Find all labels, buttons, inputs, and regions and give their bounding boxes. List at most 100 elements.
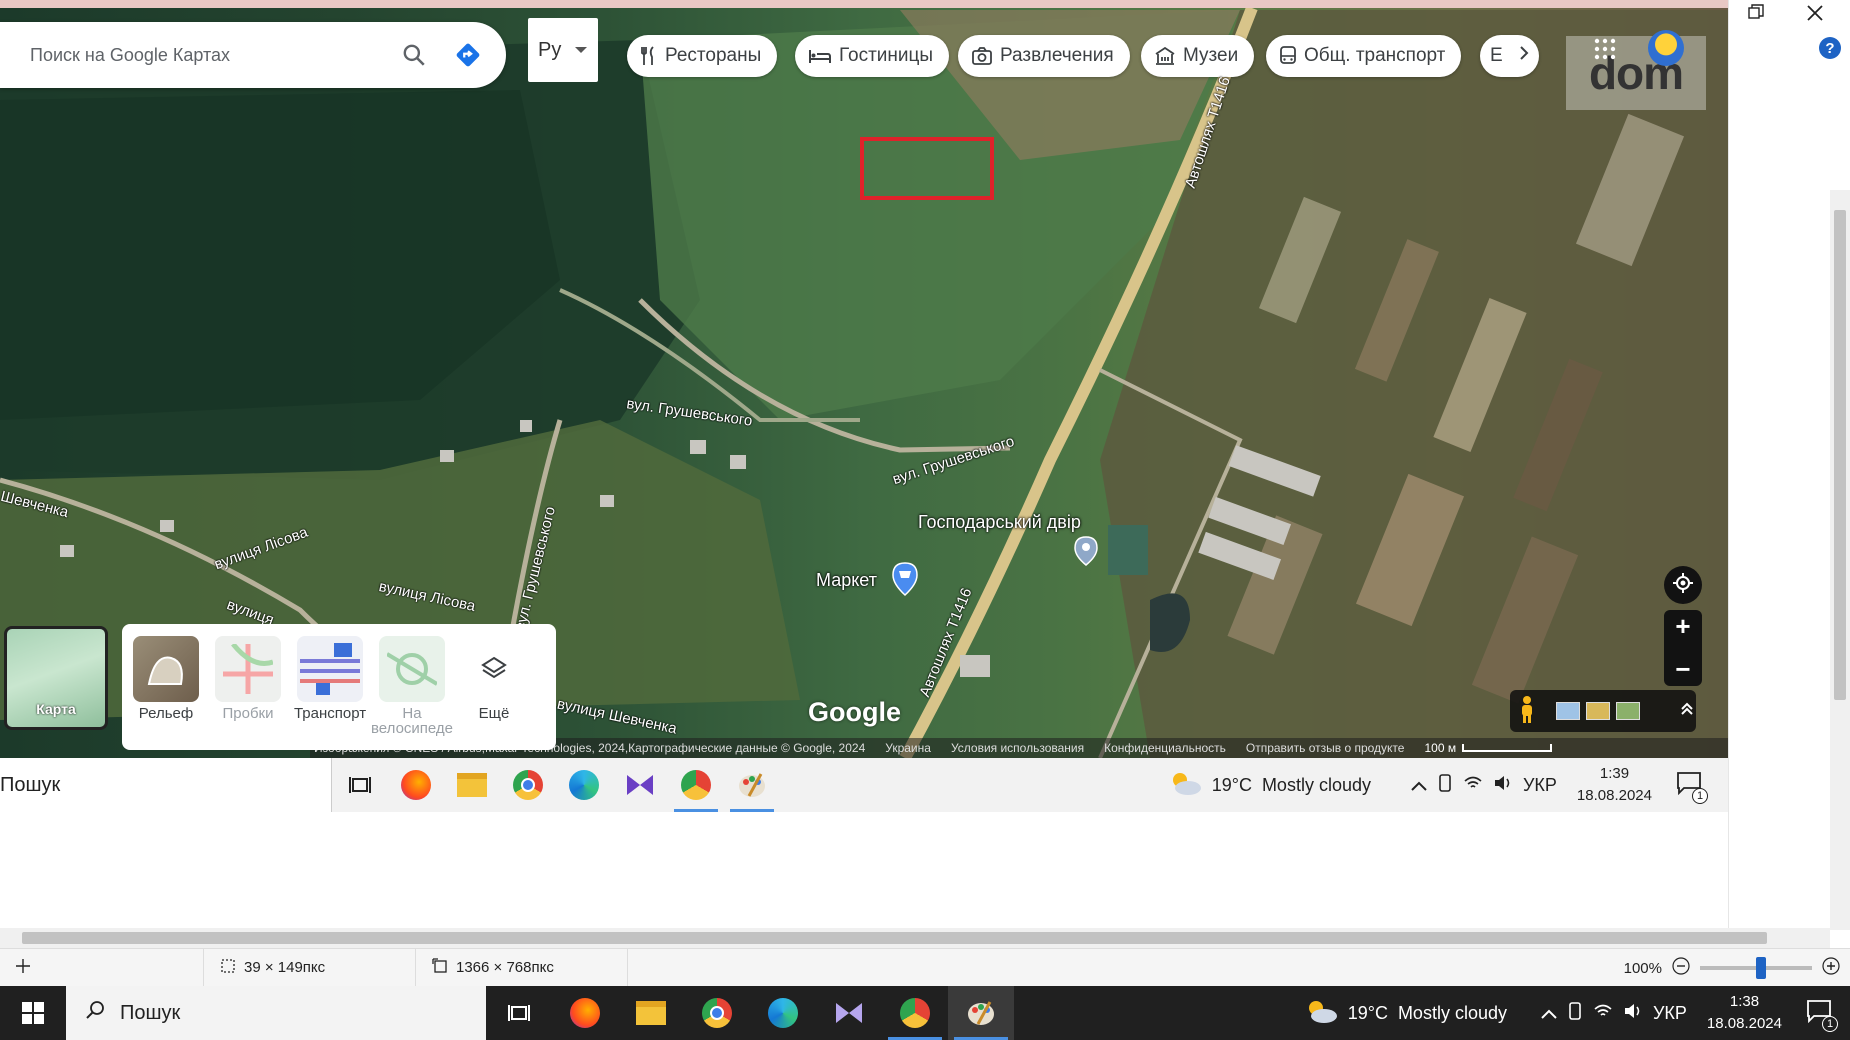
chip-hotels[interactable]: Гостиницы xyxy=(795,35,950,77)
wifi-icon[interactable] xyxy=(1463,775,1483,796)
shopping-cart-icon[interactable] xyxy=(892,562,918,601)
inner-clock[interactable]: 1:39 18.08.2024 xyxy=(1577,763,1652,807)
zoom-out-icon[interactable] xyxy=(1672,957,1690,979)
screen: Поиск на Google Картах Ру Рестораны Гост… xyxy=(0,0,1850,1040)
chip-museums[interactable]: Музеи xyxy=(1141,35,1255,77)
move-cursor-icon xyxy=(16,958,30,977)
zoom-in-button[interactable]: + xyxy=(1675,611,1690,642)
directions-icon[interactable] xyxy=(452,39,484,71)
chip-restaurants[interactable]: Рестораны xyxy=(627,35,778,77)
place-pin-icon[interactable] xyxy=(1074,536,1098,571)
inner-taskbar: Пошук 19°C Mostly cloudy УКР 1:39 18.08.2… xyxy=(0,758,1728,812)
feedback-link[interactable]: Отправить отзыв о продукте xyxy=(1246,741,1405,755)
device-icon[interactable] xyxy=(1437,773,1453,797)
taskbar-search[interactable]: Пошук xyxy=(0,758,332,812)
chrome-icon[interactable] xyxy=(500,758,556,812)
edge-icon[interactable] xyxy=(750,986,816,1040)
avatar[interactable] xyxy=(1648,30,1684,66)
poi-label[interactable]: Господарський двір xyxy=(918,512,1081,533)
weather[interactable]: Mostly cloudy xyxy=(1398,1003,1507,1024)
poi-label[interactable]: Маркет xyxy=(816,570,877,591)
transit-icon xyxy=(297,636,363,702)
system-tray: 19°C Mostly cloudy УКР 1:38 18.08.2024 1 xyxy=(1304,986,1850,1040)
country-link[interactable]: Украина xyxy=(885,741,931,755)
chip-entertainment[interactable]: Развлечения xyxy=(958,35,1130,77)
weather-cloud-icon[interactable] xyxy=(1168,770,1202,801)
notification-icon[interactable]: 1 xyxy=(1806,999,1838,1032)
chevron-down-icon xyxy=(575,47,588,53)
inner-temperature[interactable]: 19°C xyxy=(1212,775,1252,796)
restore-icon[interactable] xyxy=(1748,4,1764,25)
horizontal-scrollbar[interactable] xyxy=(0,928,1830,948)
scale-bar[interactable]: 100 м xyxy=(1424,741,1553,755)
search-input[interactable]: Поиск на Google Картах xyxy=(30,45,398,66)
inner-weather[interactable]: Mostly cloudy xyxy=(1262,775,1371,796)
windows-start-icon[interactable] xyxy=(0,986,66,1040)
device-icon[interactable] xyxy=(1567,1001,1583,1025)
layer-more[interactable]: Ещё xyxy=(460,636,528,750)
file-explorer-icon[interactable] xyxy=(444,758,500,812)
zoom-slider[interactable] xyxy=(1700,957,1812,979)
layer-traffic[interactable]: Пробки xyxy=(214,636,282,750)
zoom-in-icon[interactable] xyxy=(1822,957,1840,979)
imagery-thumb[interactable] xyxy=(1556,702,1580,720)
chevron-up-icon[interactable] xyxy=(1680,702,1694,721)
help-icon[interactable]: ? xyxy=(1818,36,1842,65)
scrollbar-thumb[interactable] xyxy=(22,932,1767,944)
chip-more[interactable]: Е xyxy=(1480,35,1539,77)
layer-transit[interactable]: Транспорт xyxy=(294,636,366,750)
taskbar-search[interactable]: Пошук xyxy=(66,986,486,1040)
imagery-thumb[interactable] xyxy=(1616,702,1640,720)
scrollbar-thumb[interactable] xyxy=(1834,210,1846,700)
chevron-up-icon[interactable] xyxy=(1541,1003,1557,1024)
window-top-strip xyxy=(0,0,1728,8)
close-icon[interactable] xyxy=(1806,4,1824,27)
language-selector[interactable]: Ру xyxy=(528,18,598,82)
file-explorer-icon[interactable] xyxy=(618,986,684,1040)
chrome-icon[interactable] xyxy=(684,986,750,1040)
firefox-icon[interactable] xyxy=(388,758,444,812)
chrome-profile-icon[interactable] xyxy=(882,986,948,1040)
chrome-profile-icon[interactable] xyxy=(668,758,724,812)
paint-canvas[interactable]: Поиск на Google Картах Ру Рестораны Гост… xyxy=(0,0,1728,812)
visual-studio-icon[interactable] xyxy=(612,758,668,812)
image-size: 1366 × 768пкс xyxy=(416,948,628,987)
imagery-thumb[interactable] xyxy=(1586,702,1610,720)
volume-icon[interactable] xyxy=(1623,1003,1643,1024)
firefox-icon[interactable] xyxy=(552,986,618,1040)
map-type-toggle[interactable]: Карта xyxy=(4,626,108,730)
satellite-map[interactable]: Поиск на Google Картах Ру Рестораны Гост… xyxy=(0,0,1728,758)
privacy-link[interactable]: Конфиденциальность xyxy=(1104,741,1226,755)
chip-transit[interactable]: Общ. транспорт xyxy=(1266,35,1462,77)
task-view-icon[interactable] xyxy=(486,986,552,1040)
layer-relief[interactable]: Рельеф xyxy=(132,636,200,750)
language[interactable]: УКР xyxy=(1653,1003,1687,1024)
task-view-icon[interactable] xyxy=(332,758,388,812)
apps-grid-icon[interactable] xyxy=(1594,38,1616,65)
visual-studio-icon[interactable] xyxy=(816,986,882,1040)
bed-icon xyxy=(809,48,831,64)
clock[interactable]: 1:38 18.08.2024 xyxy=(1707,991,1782,1035)
inner-language[interactable]: УКР xyxy=(1523,775,1557,796)
search-box[interactable]: Поиск на Google Картах xyxy=(0,22,506,88)
edge-icon[interactable] xyxy=(556,758,612,812)
chevron-up-icon[interactable] xyxy=(1411,775,1427,796)
search-icon[interactable] xyxy=(398,39,430,71)
temperature[interactable]: 19°C xyxy=(1348,1003,1388,1024)
volume-icon[interactable] xyxy=(1493,775,1513,796)
paint-icon[interactable] xyxy=(724,758,780,812)
notification-icon[interactable]: 1 xyxy=(1676,771,1708,804)
zoom-out-button[interactable]: − xyxy=(1675,654,1690,685)
weather-cloud-icon[interactable] xyxy=(1304,998,1338,1029)
vertical-scrollbar[interactable] xyxy=(1830,190,1850,930)
paint-icon[interactable] xyxy=(948,986,1014,1040)
wifi-icon[interactable] xyxy=(1593,1003,1613,1024)
language-label: Ру xyxy=(538,38,562,61)
chevron-right-icon[interactable] xyxy=(1519,45,1529,67)
zoom-slider-knob[interactable] xyxy=(1756,957,1766,979)
my-location-button[interactable] xyxy=(1664,566,1702,604)
layer-bicycle[interactable]: На велосипеде xyxy=(371,636,453,750)
terms-link[interactable]: Условия использования xyxy=(951,741,1084,755)
pegman-icon[interactable] xyxy=(1518,695,1536,728)
zoom-control: 100% xyxy=(1624,949,1850,987)
